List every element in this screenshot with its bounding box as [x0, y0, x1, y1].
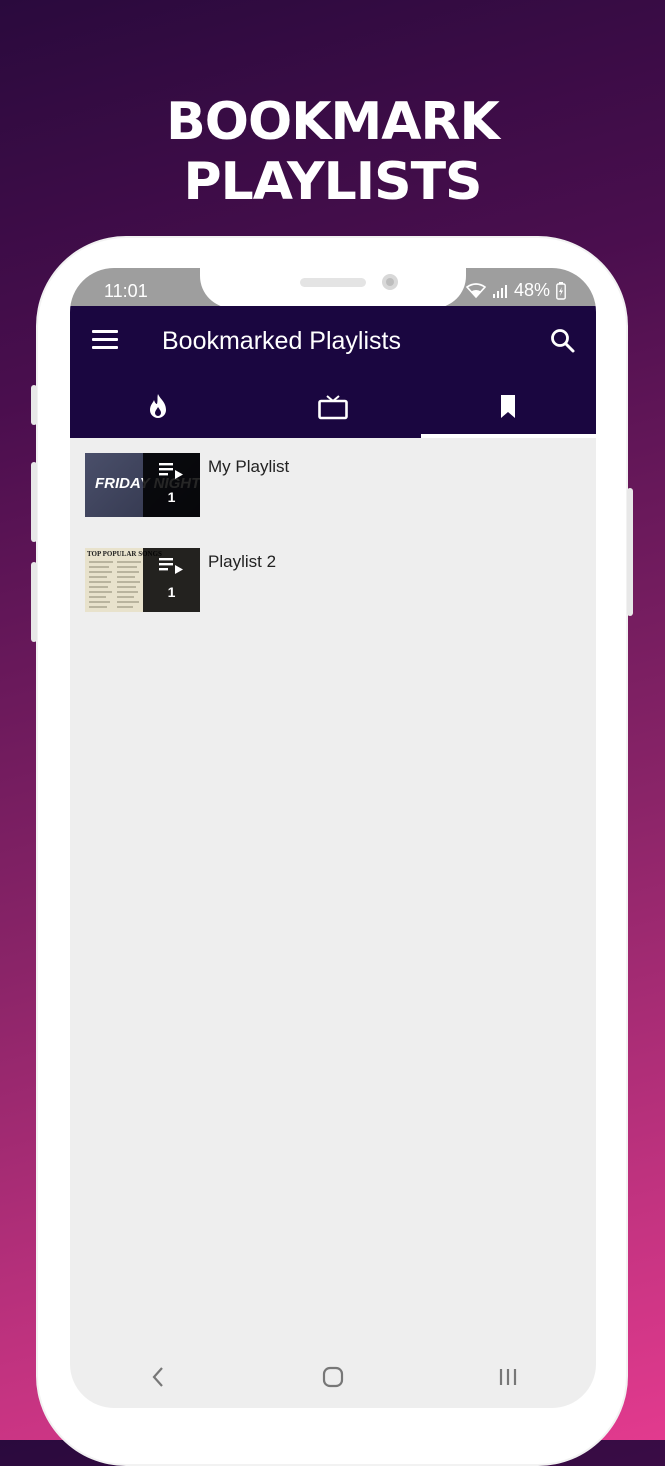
battery-icon	[556, 281, 566, 300]
playlist-item-my-playlist[interactable]: FRIDAY NIGHTS 1 My Playlist	[85, 453, 585, 517]
playlist-count-overlay: 1	[143, 453, 200, 517]
nav-recents-button[interactable]	[421, 1346, 596, 1408]
recents-icon	[500, 1369, 517, 1385]
phone-volume-up-button	[31, 462, 37, 542]
tab-trending[interactable]	[70, 376, 245, 438]
phone-volume-down-button	[31, 562, 37, 642]
playlist-thumbnail: TOP POPULAR SONGS 1	[85, 548, 200, 612]
promo-title-line2: PLAYLISTS	[183, 152, 482, 212]
front-camera	[382, 274, 398, 290]
back-icon	[152, 1367, 163, 1387]
playlist-play-icon	[159, 558, 183, 574]
playlist-video-count: 1	[167, 584, 176, 600]
playlist-thumbnail: FRIDAY NIGHTS 1	[85, 453, 200, 517]
system-nav-bar	[70, 1346, 596, 1408]
menu-icon[interactable]	[92, 330, 118, 350]
playlist-title: Playlist 2	[208, 552, 277, 571]
camera-notch	[200, 268, 466, 308]
signal-icon	[492, 284, 507, 298]
battery-percentage: 48%	[513, 280, 550, 300]
tv-icon	[318, 395, 348, 420]
thumbnail-song-list	[89, 561, 141, 608]
flame-icon	[149, 394, 166, 418]
playlist-item-playlist-2[interactable]: TOP POPULAR SONGS 1 Playlist 2	[85, 548, 585, 612]
wifi-icon	[465, 282, 486, 298]
nav-home-button[interactable]	[245, 1346, 420, 1408]
bookmark-icon	[501, 395, 516, 418]
promo-title-line1: BOOKMARK	[166, 92, 500, 152]
home-icon	[322, 1366, 344, 1388]
promo-title: BOOKMARK PLAYLISTS	[0, 92, 665, 212]
search-icon[interactable]	[550, 328, 576, 354]
app-bar: Bookmarked Playlists	[70, 306, 596, 438]
tab-bar	[70, 376, 596, 438]
page-title: Bookmarked Playlists	[162, 327, 401, 355]
tab-bookmarks[interactable]	[420, 376, 596, 438]
tab-channels[interactable]	[245, 376, 420, 438]
status-icons: 48%	[465, 280, 566, 301]
nav-back-button[interactable]	[70, 1346, 245, 1408]
earpiece-speaker	[300, 278, 366, 287]
phone-side-button	[31, 385, 37, 425]
phone-power-button	[627, 488, 633, 616]
playlist-title: My Playlist	[208, 457, 290, 476]
playlist-video-count: 1	[167, 489, 176, 505]
playlist-play-icon	[159, 463, 183, 479]
playlist-count-overlay: 1	[143, 548, 200, 612]
status-time: 11:01	[104, 281, 148, 301]
phone-screen: 11:01 48% Bookmarked Playlists FRIDAY 1 …	[70, 268, 596, 1408]
